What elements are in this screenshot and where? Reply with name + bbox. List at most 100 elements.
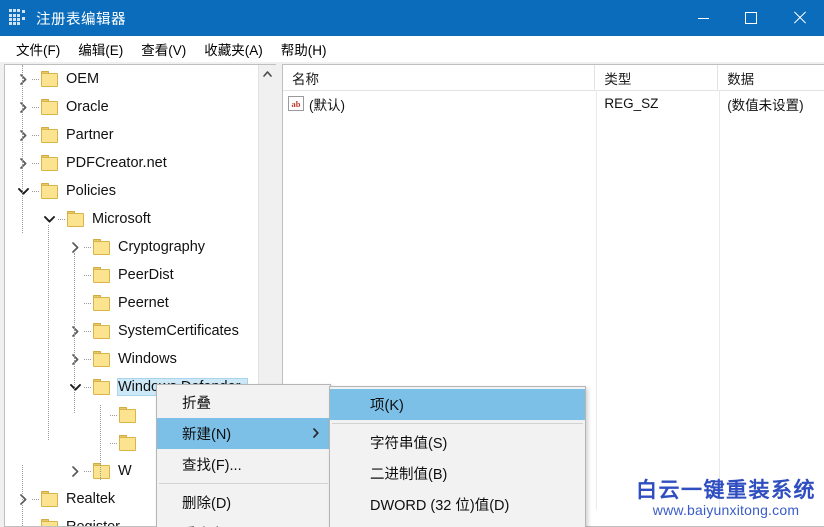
menu-separator [332,423,583,424]
tree-item-peernet[interactable]: Peernet [5,289,260,317]
tree-item-label: Windows [118,351,177,367]
list-row[interactable]: ab (默认) REG_SZ (数值未设置) [283,91,824,116]
context-submenu-new[interactable]: 项(K) 字符串值(S) 二进制值(B) DWORD (32 位)值(D) QWORD … [329,386,586,527]
tree-item-partner[interactable]: Partner [5,121,260,149]
tree-item-label: Policies [66,183,116,199]
chevron-down-icon[interactable] [15,177,32,205]
column-divider [596,90,597,510]
tree-item-label: Register [66,519,126,526]
chevron-right-icon[interactable] [15,93,32,121]
tree-item-label: Realtek [66,491,116,507]
tree-item-label: SystemCertificates [118,323,239,339]
string-value-icon: ab [288,96,304,111]
tree-connector-line [84,345,93,373]
tree-item-cryptography[interactable]: Cryptography [5,233,260,261]
menu-item-label: 新建(N) [182,427,232,443]
chevron-down-icon[interactable] [67,373,84,401]
column-header-1[interactable]: 类型 [595,65,719,90]
tree-item-microsoft[interactable]: Microsoft [5,205,260,233]
submenu-item-1[interactable]: 字符串值(S) [330,427,585,458]
tree-item-policies[interactable]: Policies [5,177,260,205]
list-header: 名称 类型 数据 [283,65,824,91]
tree-item-oracle[interactable]: Oracle [5,93,260,121]
folder-icon [41,127,60,143]
tree-item-oem[interactable]: OEM [5,65,260,93]
tree-leaf-spacer [93,401,110,429]
tree-connector-line [22,465,23,526]
chevron-right-icon[interactable] [15,149,32,177]
folder-icon [93,295,112,311]
column-header-2[interactable]: 数据 [718,65,824,90]
menu-item-4[interactable]: 帮助(H) [272,36,336,62]
tree-item-label: Oracle [66,99,109,115]
registry-editor-window: 注册表编辑器 文件(F) 编辑(E) 查看(V) 收藏夹(A) 帮助(H) OEM Ora… [0,0,824,527]
tree-connector-line [84,233,93,261]
column-header-label: 数据 [727,71,755,87]
tree-connector-line [32,177,41,205]
submenu-item-0[interactable]: 项(K) [330,389,585,420]
tree-item-label: Peernet [118,295,169,311]
tree-item-label: W [118,463,132,479]
column-divider [719,90,720,510]
chevron-right-icon[interactable] [67,233,84,261]
folder-icon [41,519,60,526]
tree-leaf-spacer [67,289,84,317]
tree-connector-line [84,261,93,289]
scroll-up-arrow-icon[interactable] [259,65,276,82]
menu-item-label: 重命名(R) [182,523,246,527]
tree-item-label: Microsoft [92,211,151,227]
maximize-button[interactable] [727,0,774,36]
menu-separator [159,483,328,484]
tree-connector-line [74,253,75,413]
value-name-label: (默认) [309,97,345,113]
folder-icon [67,211,86,227]
tree-connector-line [110,401,119,429]
context-menu-item-0[interactable]: 折叠 [157,387,330,418]
title-bar[interactable]: 注册表编辑器 [0,0,824,36]
chevron-right-icon[interactable] [67,317,84,345]
menu-item-0[interactable]: 文件(F) [7,36,69,62]
tree-item-label: Cryptography [118,239,206,255]
menu-item-3[interactable]: 收藏夹(A) [195,36,272,62]
submenu-item-3[interactable]: DWORD (32 位)值(D) [330,489,585,520]
maximize-icon [744,12,757,24]
tree-item-pdfcreator-net[interactable]: PDFCreator.net [5,149,260,177]
column-header-label: 类型 [604,71,632,87]
context-menu-item-4[interactable]: 重命名(R) [157,518,330,527]
folder-icon [41,155,60,171]
folder-icon [41,183,60,199]
menu-item-label: 项(K) [370,398,404,414]
menu-item-label: 二进制值(B) [370,467,448,483]
chevron-right-icon [313,426,319,442]
folder-icon [93,239,112,255]
menu-bar: 文件(F) 编辑(E) 查看(V) 收藏夹(A) 帮助(H) [0,36,824,62]
close-icon [792,11,806,25]
minimize-button[interactable] [680,0,727,36]
close-button[interactable] [774,0,824,36]
column-header-label: 名称 [292,71,319,87]
chevron-right-icon[interactable] [15,121,32,149]
chevron-right-icon[interactable] [15,65,32,93]
context-menu-item-1[interactable]: 新建(N) [157,418,330,449]
submenu-item-2[interactable]: 二进制值(B) [330,458,585,489]
column-header-0[interactable]: 名称 [283,65,596,90]
folder-icon [41,99,60,115]
chevron-right-icon[interactable] [67,457,84,485]
submenu-item-4[interactable]: QWORD (64 位)值(Q) [330,520,585,527]
menu-item-1[interactable]: 编辑(E) [69,36,132,62]
tree-item-label: PDFCreator.net [66,155,167,171]
cell-data: (数值未设置) [727,97,804,113]
chevron-right-icon[interactable] [15,485,32,513]
chevron-right-icon[interactable] [67,345,84,373]
tree-leaf-spacer [15,513,32,526]
menu-item-2[interactable]: 查看(V) [132,36,195,62]
context-menu[interactable]: 折叠新建(N) 查找(F)... 删除(D) 重命名(R) [156,384,331,527]
cell-name: ab (默认) [283,91,595,116]
list-body: ab (默认) REG_SZ (数值未设置) [283,91,824,116]
tree-item-peerdist[interactable]: PeerDist [5,261,260,289]
tree-item-systemcertificates[interactable]: SystemCertificates [5,317,260,345]
tree-item-windows[interactable]: Windows [5,345,260,373]
context-menu-item-2[interactable]: 查找(F)... [157,449,330,480]
chevron-down-icon[interactable] [41,205,58,233]
context-menu-item-3[interactable]: 删除(D) [157,487,330,518]
